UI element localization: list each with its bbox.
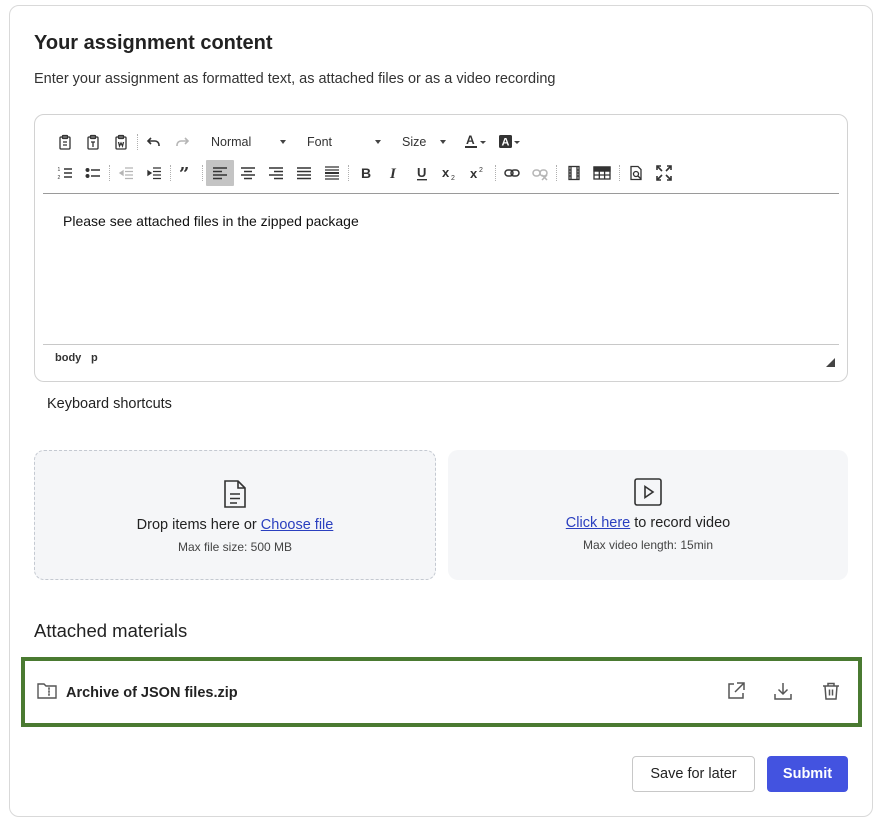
toolbar-separator [556,165,557,181]
italic-icon[interactable]: I [383,162,405,184]
toolbar-separator [495,165,496,181]
background-color-button[interactable]: A [497,131,523,153]
paste-text-icon[interactable] [82,131,104,153]
rich-text-editor: Normal Font Size A A 12 ” B I U x 2 x 2 … [34,114,848,382]
preview-icon[interactable] [625,162,647,184]
subscript-icon[interactable]: x2 [439,162,461,184]
chevron-down-icon [375,140,381,144]
svg-text:U: U [417,165,426,180]
link-icon[interactable] [501,162,523,184]
record-video-link[interactable]: Click here [566,515,630,531]
bulleted-list-icon[interactable] [82,162,104,184]
element-path-p[interactable]: p [91,352,98,364]
underline-icon[interactable]: U [411,162,433,184]
svg-text:x: x [442,165,450,180]
attachment-name: Archive of JSON files.zip [66,685,238,701]
attachment-item[interactable]: Archive of JSON files.zip [21,657,862,727]
editor-content[interactable]: Please see attached files in the zipped … [63,213,359,229]
svg-text:2: 2 [479,167,483,174]
toolbar-separator [348,165,349,181]
insert-video-icon[interactable] [563,162,585,184]
format-dropdown-value: Normal [211,135,252,149]
folder-zip-icon [37,682,57,705]
horizontal-rule-icon[interactable] [321,162,343,184]
svg-text:B: B [361,165,371,181]
toolbar-separator [109,165,110,181]
paste-word-icon[interactable] [110,131,132,153]
toolbar-separator [137,134,138,150]
align-justify-icon[interactable] [293,162,315,184]
decrease-indent-icon[interactable] [115,162,137,184]
blockquote-icon[interactable]: ” [176,162,198,184]
unlink-icon[interactable] [529,162,551,184]
font-dropdown[interactable]: Font [307,135,381,149]
video-record-zone: Click here to record video Max video len… [448,450,848,580]
toolbar-separator [202,165,203,181]
page-subtitle: Enter your assignment as formatted text,… [34,71,556,87]
open-external-icon[interactable] [726,681,746,706]
text-color-button[interactable]: A [463,131,489,153]
chevron-down-icon [440,140,446,144]
size-dropdown-value: Size [402,135,427,149]
svg-text:2: 2 [58,175,61,181]
record-instruction: Click here to record video [448,515,848,531]
insert-table-icon[interactable] [591,162,613,184]
download-icon[interactable] [773,681,793,706]
svg-text:A: A [502,137,510,149]
element-path-body[interactable]: body [55,352,81,364]
superscript-icon[interactable]: x2 [467,162,489,184]
svg-text:I: I [389,166,397,181]
file-drop-zone[interactable]: Drop items here or Choose file Max file … [34,450,436,580]
keyboard-shortcuts-link[interactable]: Keyboard shortcuts [47,396,172,412]
svg-text:”: ” [179,165,189,181]
choose-file-link[interactable]: Choose file [261,517,334,533]
align-center-icon[interactable] [237,162,259,184]
undo-icon[interactable] [143,131,165,153]
svg-text:1: 1 [58,167,61,173]
max-video-length: Max video length: 15min [582,538,714,552]
resize-handle-icon[interactable] [826,358,835,367]
align-right-icon[interactable] [265,162,287,184]
svg-text:2: 2 [451,175,455,181]
font-dropdown-value: Font [307,135,333,149]
toolbar-separator [170,165,171,181]
svg-text:x: x [470,166,478,181]
record-text: to record video [630,515,731,531]
numbered-list-icon[interactable]: 12 [54,162,76,184]
increase-indent-icon[interactable] [143,162,165,184]
delete-icon[interactable] [821,681,841,706]
toolbar-separator [619,165,620,181]
play-video-icon [633,477,663,512]
drop-text: Drop items here or [136,517,261,533]
document-icon [222,479,248,514]
bold-icon[interactable]: B [355,162,377,184]
size-dropdown[interactable]: Size [402,135,446,149]
svg-text:A: A [466,133,475,147]
save-for-later-button[interactable]: Save for later [632,756,755,792]
fullscreen-icon[interactable] [653,162,675,184]
max-file-size: Max file size: 500 MB [177,540,293,554]
drop-instruction: Drop items here or Choose file [35,517,435,533]
paste-icon[interactable] [54,131,76,153]
format-dropdown[interactable]: Normal [211,135,286,149]
redo-icon[interactable] [171,131,193,153]
chevron-down-icon [280,140,286,144]
attached-materials-title: Attached materials [34,620,188,641]
align-left-icon[interactable] [206,160,234,186]
submit-button[interactable]: Submit [767,756,848,792]
status-bar-divider [43,344,839,345]
toolbar-divider [43,193,839,194]
page-title: Your assignment content [34,32,273,54]
